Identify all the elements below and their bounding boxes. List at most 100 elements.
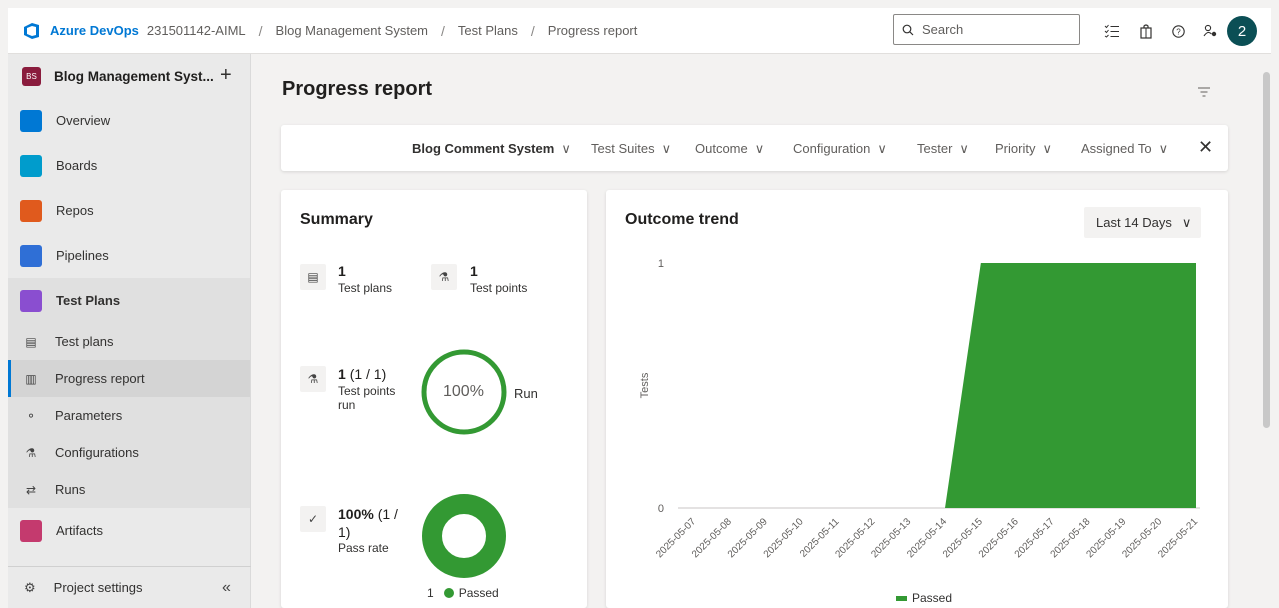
run-label-line-2: run	[338, 398, 356, 412]
sidebar-item-boards[interactable]: Boards	[8, 143, 250, 188]
sidebar-subitem-runs[interactable]: ⇄ Runs	[8, 471, 250, 508]
sidebar-subitem-label: Parameters	[55, 408, 123, 423]
filter-label: Priority	[995, 141, 1036, 156]
test-points-count: 1	[470, 263, 478, 279]
run-label: Test points run	[338, 384, 395, 412]
gear-icon: ⚙	[24, 579, 36, 595]
outcome-trend-chart: 01Tests2025-05-072025-05-082025-05-09202…	[639, 258, 1200, 605]
chevron-down-icon: ∨	[877, 141, 887, 156]
test-plans-label: Test plans	[338, 281, 393, 295]
pass-rate-label: Pass rate	[338, 541, 389, 555]
checkmark-icon: ✓	[300, 506, 326, 532]
sidebar-item-pipelines[interactable]: Pipelines	[8, 233, 250, 278]
summary-title: Summary	[300, 211, 373, 228]
plan-filter-label: Blog Comment System	[412, 141, 555, 156]
add-icon[interactable]: +	[220, 64, 232, 87]
shopping-bag-icon[interactable]	[1132, 18, 1160, 44]
sidebar-item-label: Overview	[56, 113, 111, 128]
chevron-down-icon: ∨	[661, 141, 672, 156]
pass-percent: 100%	[338, 506, 374, 522]
series-area-passed	[694, 263, 1196, 508]
user-settings-icon[interactable]	[1196, 18, 1224, 44]
passed-label: Passed	[458, 586, 499, 600]
sidebar-item-label: Boards	[56, 158, 98, 173]
sidebar-item-overview[interactable]: Overview	[8, 98, 250, 143]
close-icon[interactable]: ✕	[1198, 137, 1213, 158]
top-bar: Azure DevOps 231501142-AIML / Blog Manag…	[8, 8, 1271, 54]
chevron-down-icon: ∨	[1042, 141, 1052, 156]
runs-icon: ⇄	[25, 482, 37, 497]
y-tick-label: 1	[658, 258, 664, 270]
test-plans-doc-icon: ▤	[25, 334, 37, 349]
test-suites-filter[interactable]: Test Suites ∨	[591, 141, 671, 157]
pipelines-icon	[20, 244, 42, 267]
sidebar-subitem-label: Runs	[55, 482, 86, 497]
sidebar-subitem-label: Configurations	[55, 445, 139, 460]
passed-dot	[443, 588, 454, 598]
sidebar-subitem-label: Progress report	[55, 371, 145, 386]
breadcrumb-project[interactable]: Blog Management System	[276, 23, 428, 38]
sidebar-item-test-plans[interactable]: Test Plans	[8, 278, 250, 323]
org-link[interactable]: 231501142-AIML	[147, 23, 246, 38]
project-badge: BS	[22, 66, 41, 86]
parameters-icon: ⚬	[25, 408, 37, 423]
filter-icon[interactable]	[1197, 86, 1211, 98]
sidebar-subitem-configurations[interactable]: ⚗ Configurations	[8, 434, 250, 471]
scrollbar-thumb[interactable]	[1263, 72, 1270, 428]
filter-label: Configuration	[793, 141, 871, 156]
project-header[interactable]: BS Blog Management Syst...	[8, 54, 250, 98]
run-count-value: 1	[338, 366, 346, 382]
run-word: Run	[514, 386, 538, 401]
sidebar-subitem-parameters[interactable]: ⚬ Parameters	[8, 397, 250, 434]
collapse-sidebar-icon[interactable]: «	[222, 579, 231, 597]
test-plans-icon	[20, 289, 42, 312]
configuration-filter[interactable]: Configuration ∨	[793, 141, 887, 157]
breadcrumb-progress-report[interactable]: Progress report	[548, 23, 638, 38]
sidebar-subitem-test-plans[interactable]: ▤ Test plans	[8, 323, 250, 360]
summary-card: Summary ▤ 1 Test plans ⚗ 1 Test points ⚗…	[281, 190, 587, 608]
search-input[interactable]	[922, 22, 1072, 37]
help-icon[interactable]: ?	[1164, 18, 1192, 44]
assigned-to-filter[interactable]: Assigned To ∨	[1081, 141, 1168, 157]
breadcrumb-test-plans[interactable]: Test Plans	[458, 23, 518, 38]
filter-label: Assigned To	[1081, 141, 1152, 156]
outcome-trend-card: Outcome trend Last 14 Days ∨ 0 1 Tests 2025…	[606, 190, 1228, 608]
project-settings-label: Project settings	[53, 580, 143, 595]
project-settings[interactable]: ⚙ Project settings «	[8, 566, 251, 608]
run-percent: 100%	[443, 383, 484, 400]
pass-rate: 100% (1 / 1)	[338, 505, 398, 541]
avatar[interactable]: 2	[1227, 16, 1257, 46]
sidebar-item-label: Repos	[56, 203, 94, 218]
checklist-icon[interactable]	[1098, 18, 1126, 44]
sidebar: BS Blog Management Syst... + Overview Bo…	[8, 54, 251, 608]
boards-icon	[20, 154, 42, 177]
azure-devops-logo-icon[interactable]	[22, 21, 42, 41]
brand-link[interactable]: Azure DevOps	[50, 23, 139, 38]
sidebar-subitem-label: Test plans	[55, 334, 114, 349]
tester-filter[interactable]: Tester ∨	[917, 141, 969, 157]
search-box[interactable]	[893, 14, 1080, 45]
page-title: Progress report	[282, 78, 433, 100]
outcome-filter[interactable]: Outcome ∨	[695, 141, 764, 157]
passed-legend: 1 Passed	[427, 586, 499, 600]
sidebar-item-label: Pipelines	[56, 248, 109, 263]
filter-label: Test Suites	[591, 141, 655, 156]
pass-fraction-2: 1)	[338, 524, 351, 540]
priority-filter[interactable]: Priority ∨	[995, 141, 1052, 157]
repos-icon	[20, 199, 42, 222]
chevron-down-icon: ∨	[1158, 141, 1169, 156]
artifacts-icon	[20, 519, 42, 542]
run-fraction: (1 / 1)	[349, 366, 387, 382]
top-icons: ?	[1098, 18, 1224, 44]
filter-label: Tester	[917, 141, 953, 156]
pass-fraction-1: (1 /	[377, 506, 398, 522]
sidebar-item-artifacts[interactable]: Artifacts	[8, 508, 250, 553]
overview-icon	[20, 109, 42, 132]
passed-count: 1	[427, 586, 434, 600]
project-name[interactable]: Blog Management Syst...	[54, 69, 214, 84]
run-count: 1 (1 / 1)	[338, 366, 386, 382]
sidebar-item-repos[interactable]: Repos	[8, 188, 250, 233]
sidebar-subitem-progress-report[interactable]: ▥ Progress report	[8, 360, 250, 397]
plan-filter[interactable]: Blog Comment System ∨	[412, 141, 571, 157]
test-plans-doc-icon: ▤	[300, 264, 326, 290]
